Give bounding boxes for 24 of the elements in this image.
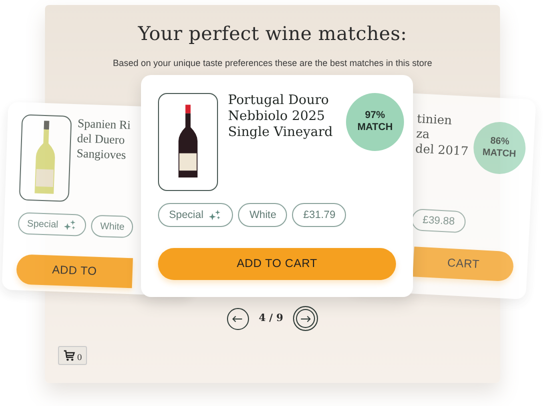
- wine-name: Spanien Ri del Duero Sangioves: [75, 116, 131, 164]
- add-to-cart-button[interactable]: ADD TO CART: [158, 248, 396, 280]
- add-to-cart-button[interactable]: CART: [412, 246, 514, 282]
- cart-counter-button[interactable]: 0: [58, 346, 88, 365]
- right-arrow-icon: [300, 314, 312, 322]
- shopping-cart-icon: [63, 349, 76, 362]
- tag: Special: [18, 212, 87, 237]
- wine-name: tinien za del 2017: [414, 112, 470, 160]
- left-arrow-icon: [232, 314, 244, 322]
- sparkle-icon: [63, 218, 78, 232]
- tag: White: [238, 203, 288, 227]
- page-indicator: 4 / 9: [258, 313, 284, 324]
- next-button[interactable]: [293, 306, 318, 331]
- match-badge: 86% MATCH: [472, 120, 527, 176]
- tag: Special: [158, 203, 234, 227]
- heading: Your perfect wine matches:: [136, 23, 408, 45]
- tag: White: [90, 214, 134, 238]
- subheading: Based on your unique taste preferences these are the best matches in this store: [112, 58, 434, 68]
- previous-button[interactable]: [226, 308, 249, 330]
- match-badge: 97% MATCH: [346, 93, 404, 151]
- wine-name: Portugal Douro Nebbiolo 2025 Single Vineyard: [228, 93, 333, 142]
- add-to-cart-button[interactable]: ADD TO: [16, 254, 133, 288]
- tag: £31.79: [292, 203, 346, 227]
- sparkle-icon: [208, 208, 222, 222]
